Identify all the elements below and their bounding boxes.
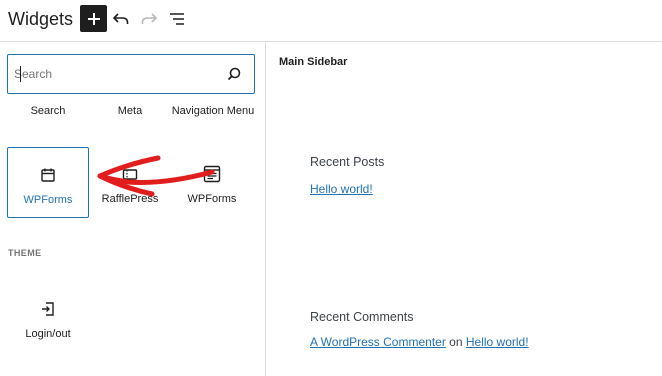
recent-comments-heading: Recent Comments (310, 310, 414, 324)
recent-post-item: Hello world! (310, 182, 373, 196)
block-meta[interactable]: Meta (89, 104, 171, 118)
list-view-icon (170, 13, 184, 25)
block-wpforms-selected[interactable]: WPForms (7, 147, 89, 218)
block-label: Meta (117, 105, 143, 117)
comment-author-link[interactable]: A WordPress Commenter (310, 335, 446, 349)
block-label: Search (30, 105, 66, 117)
theme-section-heading: THEME (8, 248, 42, 258)
block-search[interactable]: Search (7, 104, 89, 118)
block-login-out[interactable]: Login/out (7, 282, 89, 353)
block-wpforms[interactable]: WPForms (171, 147, 253, 218)
list-view-button[interactable] (166, 8, 188, 30)
search-icon[interactable] (226, 66, 242, 82)
raffle-icon (120, 164, 140, 184)
undo-button[interactable] (110, 8, 132, 30)
comment-connector: on (449, 335, 463, 349)
calendar-icon (38, 165, 58, 185)
page-title: Widgets (8, 9, 74, 29)
top-toolbar: Widgets (0, 0, 662, 42)
redo-icon (141, 13, 157, 24)
post-link[interactable]: Hello world! (310, 182, 373, 196)
add-block-button[interactable] (80, 5, 107, 32)
comment-post-link[interactable]: Hello world! (466, 335, 529, 349)
recent-posts-heading: Recent Posts (310, 155, 385, 169)
undo-icon (113, 13, 129, 24)
block-label: RafflePress (101, 193, 159, 205)
plus-icon (87, 12, 100, 25)
login-icon (38, 299, 58, 319)
block-label: Login/out (25, 328, 71, 340)
search-box[interactable] (7, 54, 255, 94)
search-input[interactable] (14, 55, 214, 92)
recent-comment-item: A WordPress Commenter on Hello world! (310, 335, 529, 349)
widget-area-title[interactable]: Main Sidebar (279, 56, 347, 68)
block-label: Navigation Menu (171, 105, 255, 117)
block-rafflepress[interactable]: RafflePress (89, 147, 171, 218)
redo-button[interactable] (138, 8, 160, 30)
block-inserter-panel: Search Meta Navigation Menu WPForms Raff… (0, 42, 266, 376)
form-icon (202, 164, 222, 184)
text-caret (20, 66, 21, 82)
block-label: WPForms (23, 194, 73, 206)
block-navigation-menu[interactable]: Navigation Menu (171, 104, 255, 118)
block-label: WPForms (187, 193, 237, 205)
widget-area-canvas: Main Sidebar Recent Posts Hello world! R… (267, 42, 662, 376)
